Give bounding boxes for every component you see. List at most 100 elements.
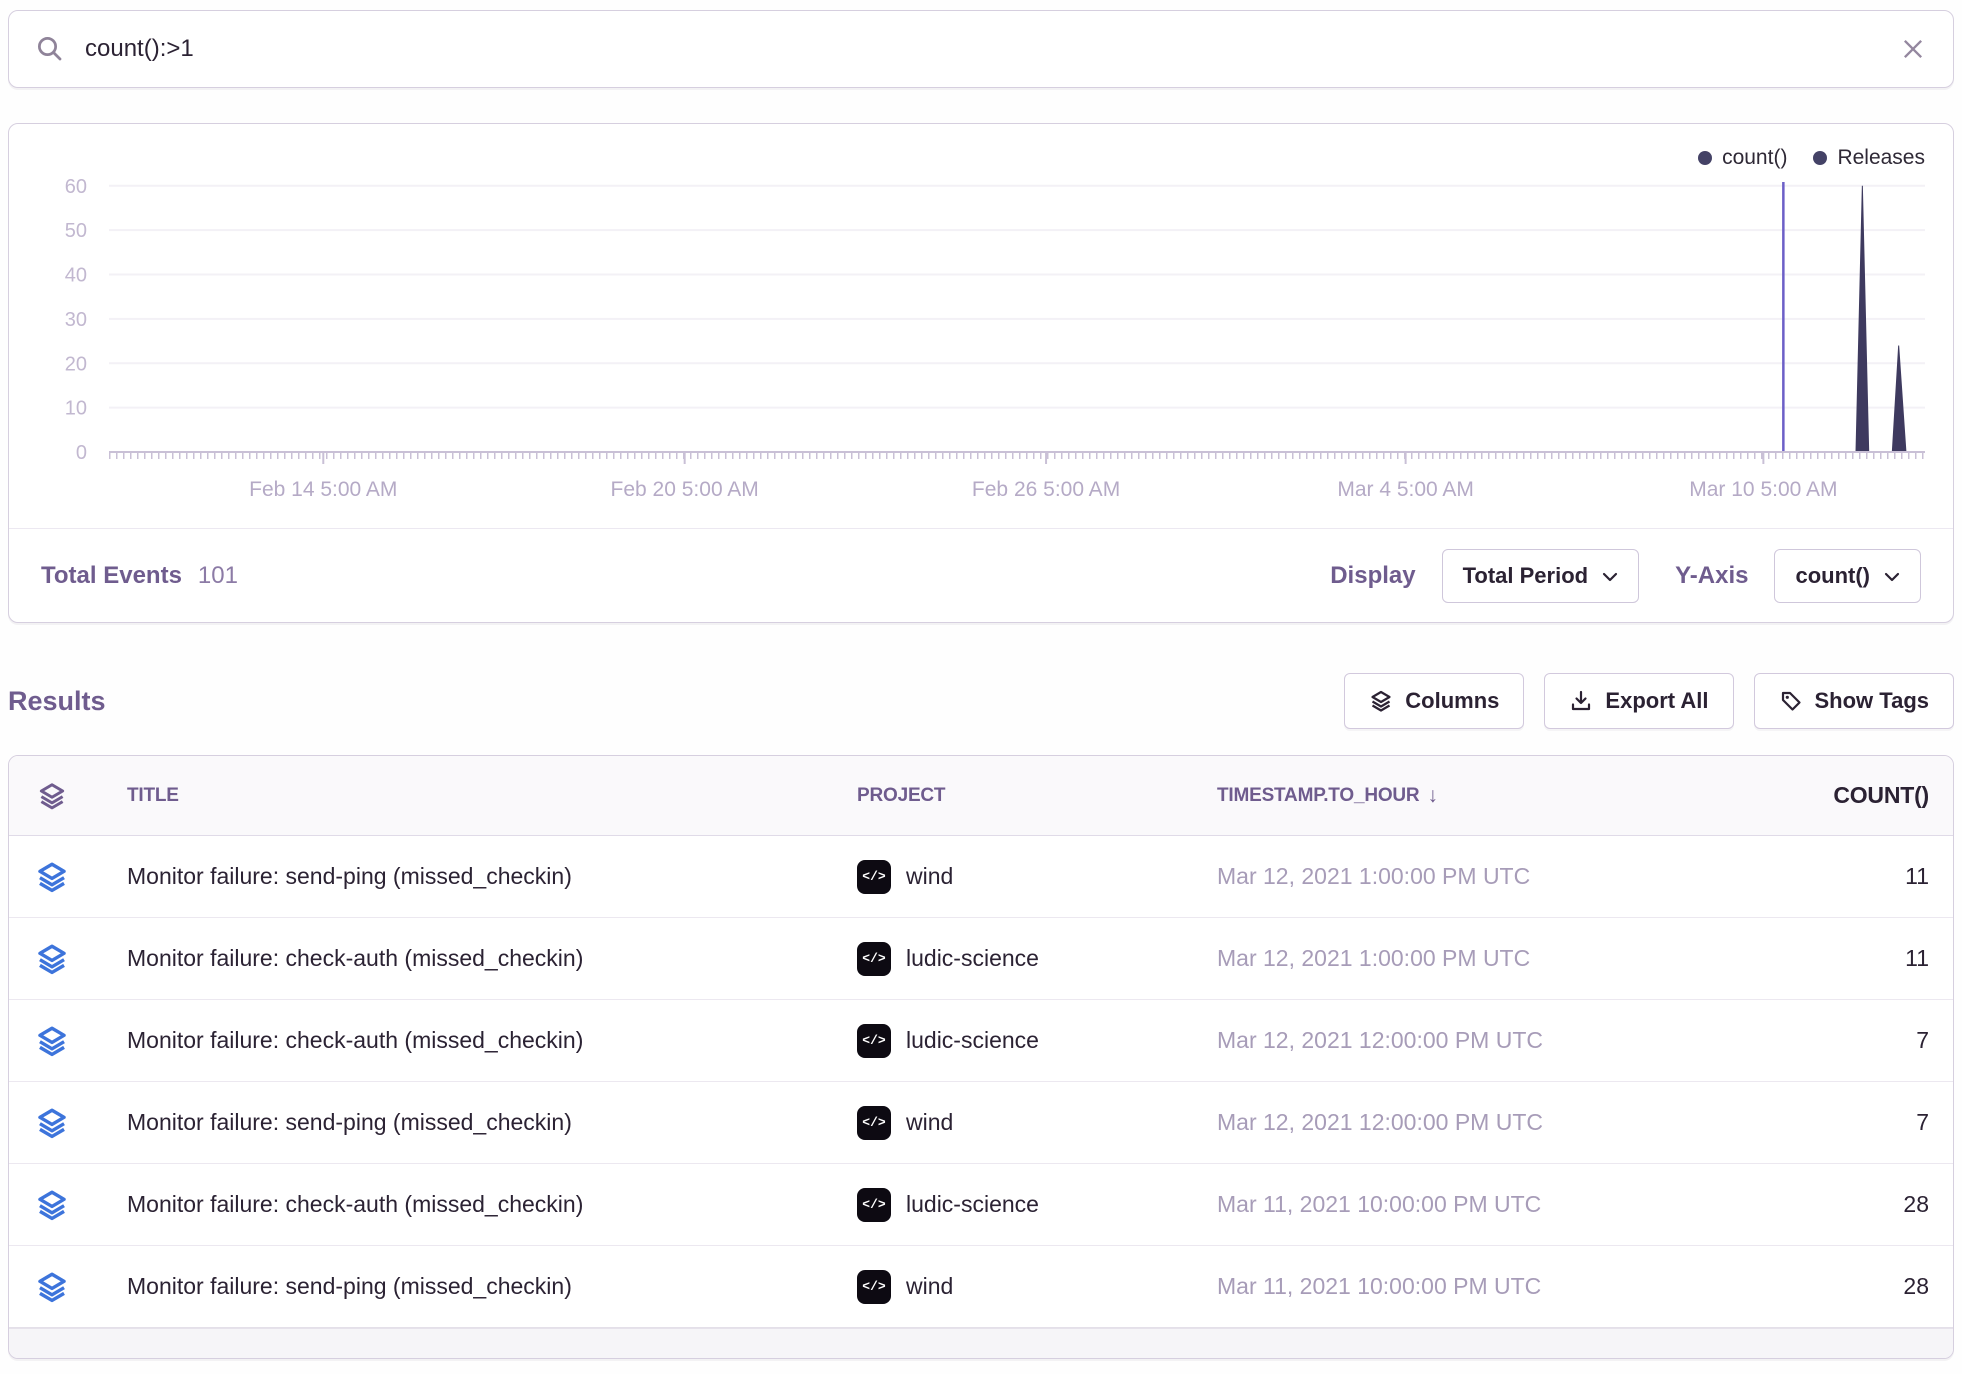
event-title-link[interactable]: Monitor failure: send-ping (missed_check… bbox=[95, 863, 857, 890]
event-title-link[interactable]: Monitor failure: check-auth (missed_chec… bbox=[95, 1027, 857, 1054]
results-table: TITLE PROJECT TIMESTAMP.TO_HOUR ↓ COUNT(… bbox=[8, 755, 1954, 1359]
project-cell: </> ludic-science bbox=[857, 942, 1217, 976]
timestamp-value: Mar 11, 2021 10:00:00 PM UTC bbox=[1217, 1191, 1775, 1218]
event-title-link[interactable]: Monitor failure: check-auth (missed_chec… bbox=[95, 1191, 857, 1218]
project-name: ludic-science bbox=[906, 945, 1039, 972]
export-all-button-label: Export All bbox=[1605, 688, 1708, 714]
events-chart-panel: count() Releases 0 10 20 30 40 50 60 Feb 14 5:00… bbox=[8, 123, 1954, 623]
platform-code-icon: </> bbox=[857, 942, 891, 976]
events-chart[interactable]: 0 10 20 30 40 50 60 Feb 14 5:00 AM Feb 20 5:00 A… bbox=[9, 124, 1953, 528]
layers-icon[interactable] bbox=[35, 942, 69, 976]
svg-text:40: 40 bbox=[65, 265, 87, 287]
svg-text:Mar 4 5:00 AM: Mar 4 5:00 AM bbox=[1337, 478, 1474, 501]
project-name: wind bbox=[906, 863, 953, 890]
yaxis-dropdown[interactable]: count() bbox=[1774, 549, 1921, 603]
show-tags-button-label: Show Tags bbox=[1815, 688, 1930, 714]
results-heading: Results bbox=[8, 686, 106, 717]
count-value: 7 bbox=[1775, 1109, 1953, 1136]
columns-button-label: Columns bbox=[1405, 688, 1499, 714]
legend-dot-icon bbox=[1698, 151, 1712, 165]
table-header-row: TITLE PROJECT TIMESTAMP.TO_HOUR ↓ COUNT(… bbox=[9, 756, 1953, 836]
svg-text:60: 60 bbox=[65, 176, 87, 198]
layers-icon[interactable] bbox=[35, 1024, 69, 1058]
search-icon bbox=[35, 34, 65, 64]
layers-icon bbox=[1369, 689, 1393, 713]
column-header-title[interactable]: TITLE bbox=[95, 785, 857, 807]
timestamp-value: Mar 11, 2021 10:00:00 PM UTC bbox=[1217, 1273, 1775, 1300]
table-row: Monitor failure: check-auth (missed_chec… bbox=[9, 1164, 1953, 1246]
project-cell: </> wind bbox=[857, 1270, 1217, 1304]
legend-item[interactable]: Releases bbox=[1813, 146, 1925, 170]
count-value: 7 bbox=[1775, 1027, 1953, 1054]
count-value: 11 bbox=[1775, 863, 1953, 890]
svg-text:20: 20 bbox=[65, 353, 87, 375]
svg-text:30: 30 bbox=[65, 309, 87, 331]
legend-item[interactable]: count() bbox=[1698, 146, 1787, 170]
table-row: Monitor failure: send-ping (missed_check… bbox=[9, 1246, 1953, 1328]
project-name: wind bbox=[906, 1273, 953, 1300]
svg-text:50: 50 bbox=[65, 220, 87, 242]
svg-text:0: 0 bbox=[76, 442, 87, 464]
display-dropdown[interactable]: Total Period bbox=[1442, 549, 1640, 603]
platform-code-icon: </> bbox=[857, 1188, 891, 1222]
chart-legend: count() Releases bbox=[1698, 146, 1925, 170]
timestamp-value: Mar 12, 2021 1:00:00 PM UTC bbox=[1217, 863, 1775, 890]
layers-icon[interactable] bbox=[35, 860, 69, 894]
timestamp-value: Mar 12, 2021 12:00:00 PM UTC bbox=[1217, 1109, 1775, 1136]
sort-desc-icon: ↓ bbox=[1427, 784, 1437, 808]
display-dropdown-value: Total Period bbox=[1463, 563, 1589, 589]
platform-code-icon: </> bbox=[857, 860, 891, 894]
column-header-project[interactable]: PROJECT bbox=[857, 785, 1217, 807]
search-bar bbox=[8, 10, 1954, 88]
table-row: Monitor failure: send-ping (missed_check… bbox=[9, 1082, 1953, 1164]
table-row: Monitor failure: check-auth (missed_chec… bbox=[9, 1000, 1953, 1082]
total-events-value: 101 bbox=[198, 562, 238, 590]
platform-code-icon: </> bbox=[857, 1106, 891, 1140]
yaxis-label: Y-Axis bbox=[1675, 562, 1748, 590]
layers-icon[interactable] bbox=[35, 1188, 69, 1222]
event-title-link[interactable]: Monitor failure: send-ping (missed_check… bbox=[95, 1109, 857, 1136]
project-name: ludic-science bbox=[906, 1027, 1039, 1054]
timestamp-value: Mar 12, 2021 12:00:00 PM UTC bbox=[1217, 1027, 1775, 1054]
project-cell: </> wind bbox=[857, 1106, 1217, 1140]
project-cell: </> ludic-science bbox=[857, 1188, 1217, 1222]
layers-icon[interactable] bbox=[35, 1270, 69, 1304]
layers-icon[interactable] bbox=[35, 1106, 69, 1140]
chart-footer: Total Events 101 Display Total Period Y-… bbox=[9, 528, 1953, 622]
count-value: 28 bbox=[1775, 1273, 1953, 1300]
yaxis-dropdown-value: count() bbox=[1795, 563, 1870, 589]
table-footer bbox=[9, 1328, 1953, 1358]
timestamp-value: Mar 12, 2021 1:00:00 PM UTC bbox=[1217, 945, 1775, 972]
column-header-count[interactable]: COUNT() bbox=[1775, 782, 1953, 809]
svg-text:10: 10 bbox=[65, 398, 87, 420]
columns-button[interactable]: Columns bbox=[1344, 673, 1524, 729]
results-header: Results Columns Export All Show Tags bbox=[8, 673, 1954, 729]
tag-icon bbox=[1779, 689, 1803, 713]
count-value: 11 bbox=[1775, 945, 1953, 972]
table-row: Monitor failure: send-ping (missed_check… bbox=[9, 836, 1953, 918]
project-cell: </> ludic-science bbox=[857, 1024, 1217, 1058]
svg-text:Feb 14 5:00 AM: Feb 14 5:00 AM bbox=[249, 478, 397, 501]
chevron-down-icon bbox=[1602, 572, 1618, 582]
total-events-label: Total Events bbox=[41, 562, 182, 590]
chevron-down-icon bbox=[1884, 572, 1900, 582]
layers-icon[interactable] bbox=[37, 781, 67, 811]
platform-code-icon: </> bbox=[857, 1270, 891, 1304]
project-name: ludic-science bbox=[906, 1191, 1039, 1218]
download-icon bbox=[1569, 689, 1593, 713]
column-header-timestamp[interactable]: TIMESTAMP.TO_HOUR ↓ bbox=[1217, 784, 1438, 808]
export-all-button[interactable]: Export All bbox=[1544, 673, 1733, 729]
close-icon[interactable] bbox=[1899, 35, 1927, 63]
show-tags-button[interactable]: Show Tags bbox=[1754, 673, 1955, 729]
project-name: wind bbox=[906, 1109, 953, 1136]
legend-dot-icon bbox=[1813, 151, 1827, 165]
event-title-link[interactable]: Monitor failure: check-auth (missed_chec… bbox=[95, 945, 857, 972]
platform-code-icon: </> bbox=[857, 1024, 891, 1058]
search-input[interactable] bbox=[85, 35, 1879, 63]
svg-text:Mar 10 5:00 AM: Mar 10 5:00 AM bbox=[1689, 478, 1837, 501]
svg-text:Feb 20 5:00 AM: Feb 20 5:00 AM bbox=[611, 478, 759, 501]
event-title-link[interactable]: Monitor failure: send-ping (missed_check… bbox=[95, 1273, 857, 1300]
project-cell: </> wind bbox=[857, 860, 1217, 894]
results-table-body: Monitor failure: send-ping (missed_check… bbox=[9, 836, 1953, 1328]
display-label: Display bbox=[1330, 562, 1415, 590]
